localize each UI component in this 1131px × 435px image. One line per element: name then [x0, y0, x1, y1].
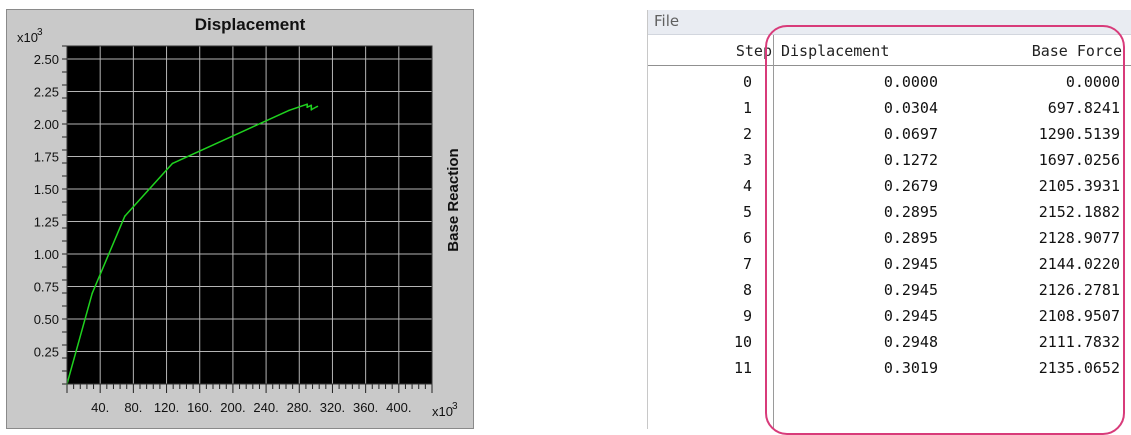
table-row[interactable]: 0 0.0000 0.0000 [648, 73, 1131, 94]
table-row[interactable]: 7 0.2945 2144.0220 [648, 255, 1131, 276]
y-tick-label: 1.25 [34, 215, 59, 230]
cell-step: 7 [742, 255, 752, 273]
cell-step: 6 [742, 229, 752, 247]
data-point [310, 106, 313, 109]
cell-step: 10 [733, 333, 752, 351]
results-table-window: File Step Displacement Base Force 0 0.000… [647, 10, 1131, 435]
cell-base-force: 0.0000 [1065, 73, 1120, 91]
x-tick-label: 240. [253, 400, 278, 415]
table-row[interactable]: 2 0.0697 1290.5139 [648, 125, 1131, 146]
y-tick-label: 1.50 [34, 182, 59, 197]
menu-bar: File [648, 10, 1131, 35]
cell-displacement: 0.2895 [883, 203, 938, 221]
table-row[interactable]: 10 0.2948 2111.7832 [648, 333, 1131, 354]
cell-step: 8 [742, 281, 752, 299]
cell-displacement: 0.2679 [883, 177, 938, 195]
table-row[interactable]: 6 0.2895 2128.9077 [648, 229, 1131, 250]
y-multiplier-base: x10 [17, 30, 38, 45]
displacement-chart: Displacement x10 3 x10 3 Base Reaction 4… [17, 15, 462, 419]
cell-step: 0 [742, 73, 752, 91]
cell-displacement: 0.3019 [883, 359, 938, 377]
data-point [310, 104, 313, 107]
y-axis-label: Base Reaction [445, 148, 462, 251]
cell-displacement: 0.0697 [883, 125, 938, 143]
column-header-step[interactable]: Step [736, 42, 772, 60]
data-point [288, 109, 291, 112]
cell-base-force: 2126.2781 [1038, 281, 1120, 299]
x-tick-label: 360. [353, 400, 378, 415]
cell-step: 11 [733, 359, 752, 377]
cell-base-force: 1290.5139 [1038, 125, 1120, 143]
table-row[interactable]: 3 0.1272 1697.0256 [648, 151, 1131, 172]
cell-displacement: 0.2948 [883, 333, 938, 351]
cell-displacement: 0.0304 [883, 99, 938, 117]
cell-step: 3 [742, 151, 752, 169]
data-point [171, 162, 174, 165]
cell-displacement: 0.1272 [883, 151, 938, 169]
cell-displacement: 0.0000 [883, 73, 938, 91]
x-tick-label: 80. [124, 400, 142, 415]
cell-base-force: 2128.9077 [1038, 229, 1120, 247]
y-multiplier: x10 3 [17, 27, 43, 45]
x-multiplier-base: x10 [432, 404, 453, 419]
x-multiplier: x10 3 [432, 401, 458, 419]
column-header-displacement[interactable]: Displacement [781, 42, 889, 60]
cell-step: 9 [742, 307, 752, 325]
cell-displacement: 0.2945 [883, 255, 938, 273]
x-tick-label: 200. [220, 400, 245, 415]
y-tick-label: 2.25 [34, 85, 59, 100]
y-tick-label: 0.50 [34, 312, 59, 327]
chart-panel: Displacement x10 3 x10 3 Base Reaction 4… [0, 0, 474, 429]
cell-step: 2 [742, 125, 752, 143]
y-tick-label: 2.00 [34, 117, 59, 132]
x-multiplier-exponent: 3 [452, 401, 458, 412]
cell-base-force: 2152.1882 [1038, 203, 1120, 221]
x-tick-label: 160. [187, 400, 212, 415]
cell-base-force: 1697.0256 [1038, 151, 1120, 169]
table-row[interactable]: 5 0.2895 2152.1882 [648, 203, 1131, 224]
data-point [124, 215, 126, 218]
table-row[interactable]: 9 0.2945 2108.9507 [648, 307, 1131, 328]
y-multiplier-exponent: 3 [37, 27, 43, 38]
data-point [306, 106, 308, 109]
cell-base-force: 2135.0652 [1038, 359, 1120, 377]
cell-base-force: 2111.7832 [1038, 333, 1120, 351]
data-point [306, 103, 308, 106]
cell-base-force: 697.8241 [1047, 99, 1120, 117]
cell-base-force: 2105.3931 [1038, 177, 1120, 195]
cell-base-force: 2108.9507 [1038, 307, 1120, 325]
x-tick-label: 320. [320, 400, 345, 415]
plot-area [67, 46, 432, 384]
cell-step: 4 [742, 177, 752, 195]
cell-displacement: 0.2895 [883, 229, 938, 247]
table-row[interactable]: 4 0.2679 2105.3931 [648, 177, 1131, 198]
table-row[interactable]: 11 0.3019 2135.0652 [648, 359, 1131, 380]
chart-title: Displacement [195, 15, 306, 34]
cell-displacement: 0.2945 [883, 307, 938, 325]
data-point [91, 292, 94, 295]
column-header-base-force[interactable]: Base Force [1032, 42, 1122, 60]
x-tick-label: 280. [287, 400, 312, 415]
y-tick-label: 0.75 [34, 280, 59, 295]
cell-base-force: 2144.0220 [1038, 255, 1120, 273]
y-tick-label: 2.50 [34, 52, 59, 67]
y-tick-label: 1.75 [34, 150, 59, 165]
y-tick-label: 0.25 [34, 345, 59, 360]
menu-file[interactable]: File [654, 12, 679, 30]
cell-step: 5 [742, 203, 752, 221]
table-header: Step Displacement Base Force [648, 35, 1131, 66]
y-tick-label: 1.00 [34, 247, 59, 262]
data-point [310, 108, 313, 111]
cell-displacement: 0.2945 [883, 281, 938, 299]
table-row[interactable]: 1 0.0304 697.8241 [648, 99, 1131, 120]
x-tick-label: 40. [91, 400, 109, 415]
x-tick-label: 120. [154, 400, 179, 415]
cell-step: 1 [742, 99, 752, 117]
data-point [316, 105, 319, 108]
x-tick-label: 400. [386, 400, 411, 415]
table-row[interactable]: 8 0.2945 2126.2781 [648, 281, 1131, 302]
